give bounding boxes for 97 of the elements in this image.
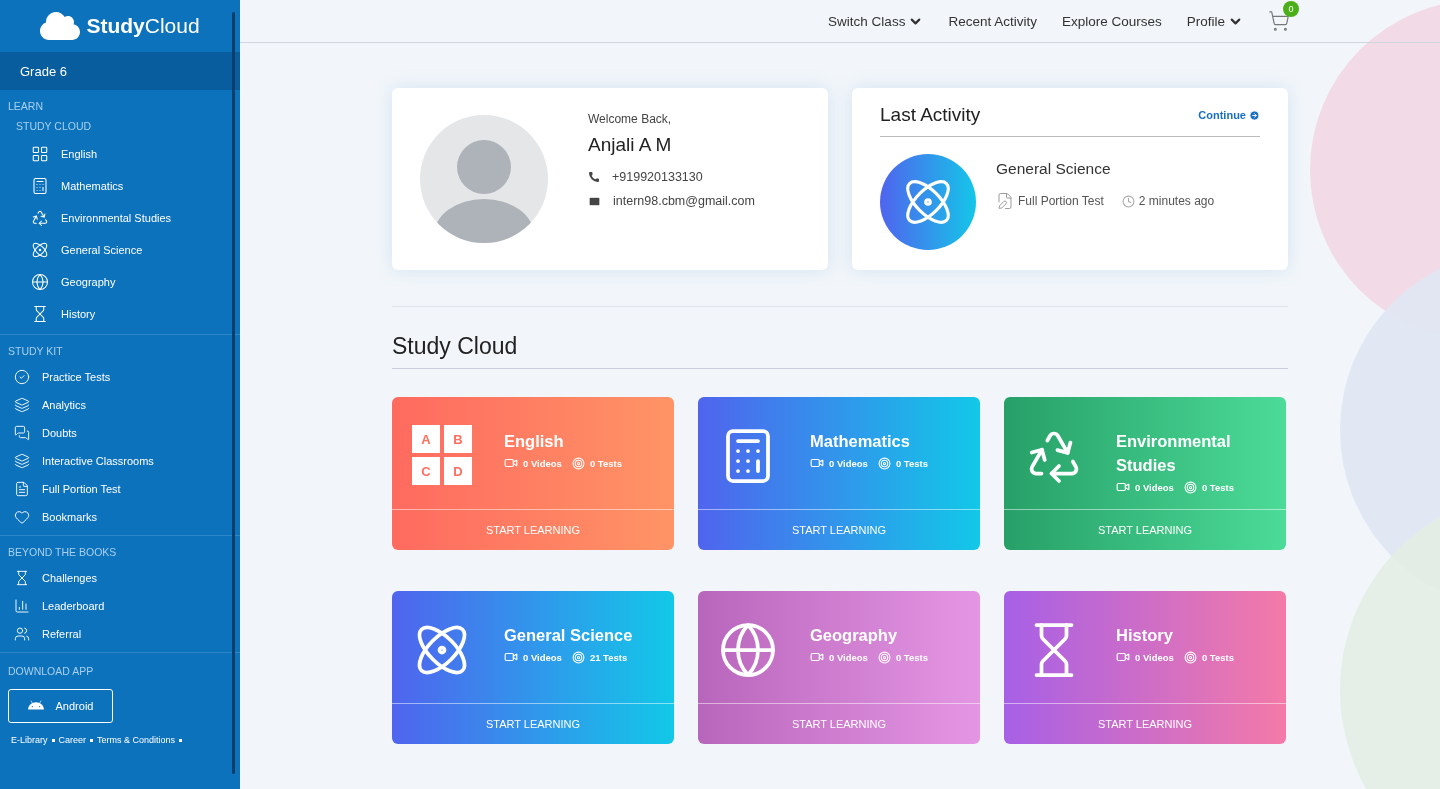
calculator-icon [31,177,49,195]
document-icon [14,481,30,497]
video-camera-icon [1116,480,1130,494]
video-camera-icon [504,650,518,664]
grid-icon [31,145,49,163]
sidebar-item[interactable]: Interactive Classrooms [0,447,240,475]
phone-number: +919920133130 [612,170,703,184]
test-count: 0 Tests [1201,481,1234,493]
hourglass-icon [31,305,49,323]
target-icon [877,456,891,470]
video-camera-icon [504,456,518,470]
target-icon [571,650,585,664]
user-name: Anjali A M [588,134,673,156]
document-icon [996,192,1014,210]
sidebar-item[interactable]: Practice Tests [0,363,240,391]
video-count: 0 Videos [829,457,868,469]
subject-title: History [1116,625,1174,646]
recycle-icon [31,209,49,227]
section-heading: STUDY KIT [7,344,64,359]
footer-link[interactable]: Terms & Conditions [97,735,176,745]
subject-title: English [504,431,565,452]
check-circle-icon [14,369,30,385]
target-icon [1183,650,1197,664]
clock-icon [1121,194,1135,208]
globe-icon [31,273,49,291]
target-icon [877,650,891,664]
sidebar-item[interactable]: English [0,138,240,170]
sidebar-item[interactable]: Bookmarks [0,503,240,531]
subject-name: General Science [996,160,1112,178]
sidebar-item[interactable]: History [0,298,240,330]
video-camera-icon [810,650,824,664]
layers-icon [14,397,30,413]
subject-title: Environmental Studies [1116,431,1232,476]
email-address: intern98.cbm@gmail.com [613,194,755,208]
layers-icon [14,453,30,469]
sidebar-item[interactable]: Analytics [0,391,240,419]
start-learning-button[interactable]: START LEARNING [392,704,674,744]
footer-link[interactable]: E-Library [11,735,48,745]
nav-link[interactable]: Recent Activity [948,13,1037,29]
sidebar-item[interactable]: Geography [0,266,240,298]
card-title: Last Activity [880,104,981,126]
atom-icon [31,241,49,259]
cart-count-badge: 0 [1283,1,1299,17]
android-button[interactable]: Android [8,689,113,723]
test-name: Full Portion Test [1018,194,1104,208]
subject-title: General Science [504,625,634,646]
grade-label[interactable]: Grade 6 [0,52,240,90]
sidebar-item[interactable]: Environmental Studies [0,202,240,234]
target-icon [1183,480,1197,494]
video-count: 0 Videos [829,651,868,663]
sidebar-item[interactable]: Doubts [0,419,240,447]
nav-link[interactable]: Explore Courses [1061,13,1162,29]
continue-link[interactable]: Continue [1198,109,1260,121]
test-count: 0 Tests [895,651,928,663]
test-count: 0 Tests [1201,651,1234,663]
subject-title: Geography [810,625,899,646]
section-title: Study Cloud [392,333,1288,369]
video-count: 0 Videos [1135,651,1174,663]
nav-link[interactable]: Profile [1186,13,1243,29]
logo-text: StudyCloud [86,14,200,38]
podium-icon [14,598,30,614]
section-subheading: STUDY CLOUD [15,119,93,134]
test-count: 0 Tests [895,457,928,469]
arrow-circle-icon [1249,109,1260,121]
video-count: 0 Videos [523,651,562,663]
video-camera-icon [1116,650,1130,664]
section-heading: LEARN [7,99,44,114]
start-learning-button[interactable]: START LEARNING [698,510,980,550]
sidebar-item[interactable]: Referral [0,620,240,648]
start-learning-button[interactable]: START LEARNING [1004,510,1286,550]
video-camera-icon [810,456,824,470]
people-icon [14,626,30,642]
section-heading: BEYOND THE BOOKS [7,545,118,560]
activity-time: 2 minutes ago [1138,194,1215,208]
section-heading: DOWNLOAD APP [7,664,95,679]
scrollbar[interactable] [232,12,235,774]
target-icon [571,456,585,470]
chat-icon [14,425,30,441]
start-learning-button[interactable]: START LEARNING [392,510,674,550]
phone-icon [588,171,600,183]
test-count: 0 Tests [589,457,622,469]
video-count: 0 Videos [523,457,562,469]
sidebar-item[interactable]: Mathematics [0,170,240,202]
sidebar-item[interactable]: Full Portion Test [0,475,240,503]
start-learning-button[interactable]: START LEARNING [698,704,980,744]
video-count: 0 Videos [1135,481,1174,493]
footer-link[interactable]: Career [58,735,87,745]
start-learning-button[interactable]: START LEARNING [1004,704,1286,744]
sidebar-item[interactable]: Leaderboard [0,592,240,620]
subject-title: Mathematics [810,431,911,452]
heart-icon [14,509,30,525]
welcome-text: Welcome Back, [588,112,673,126]
sidebar-item[interactable]: General Science [0,234,240,266]
cart-icon[interactable] [1268,10,1290,32]
test-count: 21 Tests [589,651,628,663]
sidebar-item[interactable]: Challenges [0,564,240,592]
nav-link[interactable]: Switch Class [828,13,924,29]
